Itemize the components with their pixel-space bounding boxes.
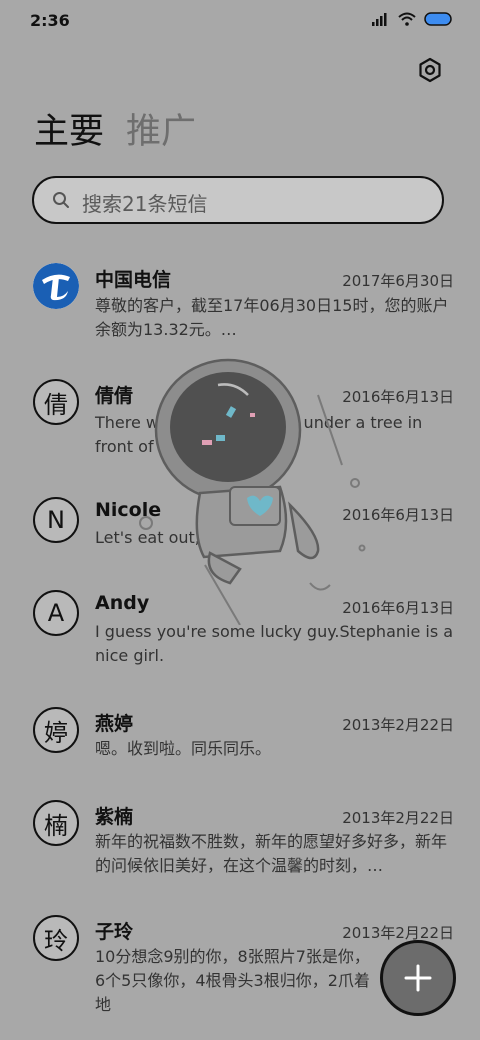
sender-name: 子玲 (95, 921, 134, 943)
message-preview: There was a table set out under a tree i… (95, 413, 423, 456)
message-preview: Let's eat out,shall we? (95, 528, 274, 547)
tab-primary[interactable]: 主要 (34, 108, 104, 156)
avatar: 倩 (33, 379, 79, 425)
message-date: 2013年2月22日 (342, 809, 454, 827)
astronaut-illustration (139, 358, 366, 625)
battery-icon (424, 12, 452, 26)
avatar: A (33, 590, 79, 636)
search-icon (53, 192, 69, 208)
message-date: 2016年6月13日 (342, 599, 454, 617)
sender-name: 燕婷 (95, 713, 134, 735)
settings-icon (419, 57, 441, 83)
search-placeholder: 搜索21条短信 (82, 192, 208, 216)
wifi-icon (398, 12, 416, 26)
message-date: 2016年6月13日 (342, 506, 454, 524)
message-date: 2016年6月13日 (342, 388, 454, 406)
add-icon (404, 964, 432, 992)
search-input[interactable]: 搜索21条短信 (32, 176, 444, 224)
tab-promotions[interactable]: 推广 (126, 108, 196, 156)
message-date: 2013年2月22日 (342, 716, 454, 734)
china-telecom-logo (33, 263, 79, 309)
sender-name: Andy (95, 592, 150, 614)
new-message-button[interactable] (380, 940, 456, 1016)
status-bar: 2:36 (0, 0, 480, 40)
message-preview: 嗯。收到啦。同乐同乐。 (95, 739, 272, 758)
avatar: 婷 (33, 707, 79, 753)
status-time: 2:36 (30, 11, 70, 30)
sender-name: 中国电信 (95, 269, 172, 291)
message-date: 2017年6月30日 (342, 272, 454, 290)
sender-name: 倩倩 (95, 385, 134, 407)
avatar: 玲 (33, 915, 79, 961)
sender-name: 紫楠 (95, 806, 134, 828)
message-preview: I guess you're some lucky guy.Stephanie … (95, 622, 454, 665)
signal-icon (372, 13, 387, 26)
message-date: 2013年2月22日 (342, 924, 454, 942)
message-preview: 新年的祝福数不胜数，新年的愿望好多好多，新年的问候依旧美好，在这个温馨的时刻，… (95, 832, 448, 875)
avatar: 楠 (33, 800, 79, 846)
message-preview: 尊敬的客户，截至17年06月30日15时，您的账户余额为13.32元。… (95, 296, 449, 339)
category-tabs: 主要 推广 (34, 108, 196, 156)
settings-button[interactable] (416, 56, 444, 84)
message-preview: 10分想念9别的你，8张照片7张是你，6个5只像你，4根骨头3根归你，2爪着地 (95, 947, 370, 1014)
avatar: N (33, 497, 79, 543)
sender-name: Nicole (95, 499, 162, 521)
status-icons (372, 12, 454, 26)
